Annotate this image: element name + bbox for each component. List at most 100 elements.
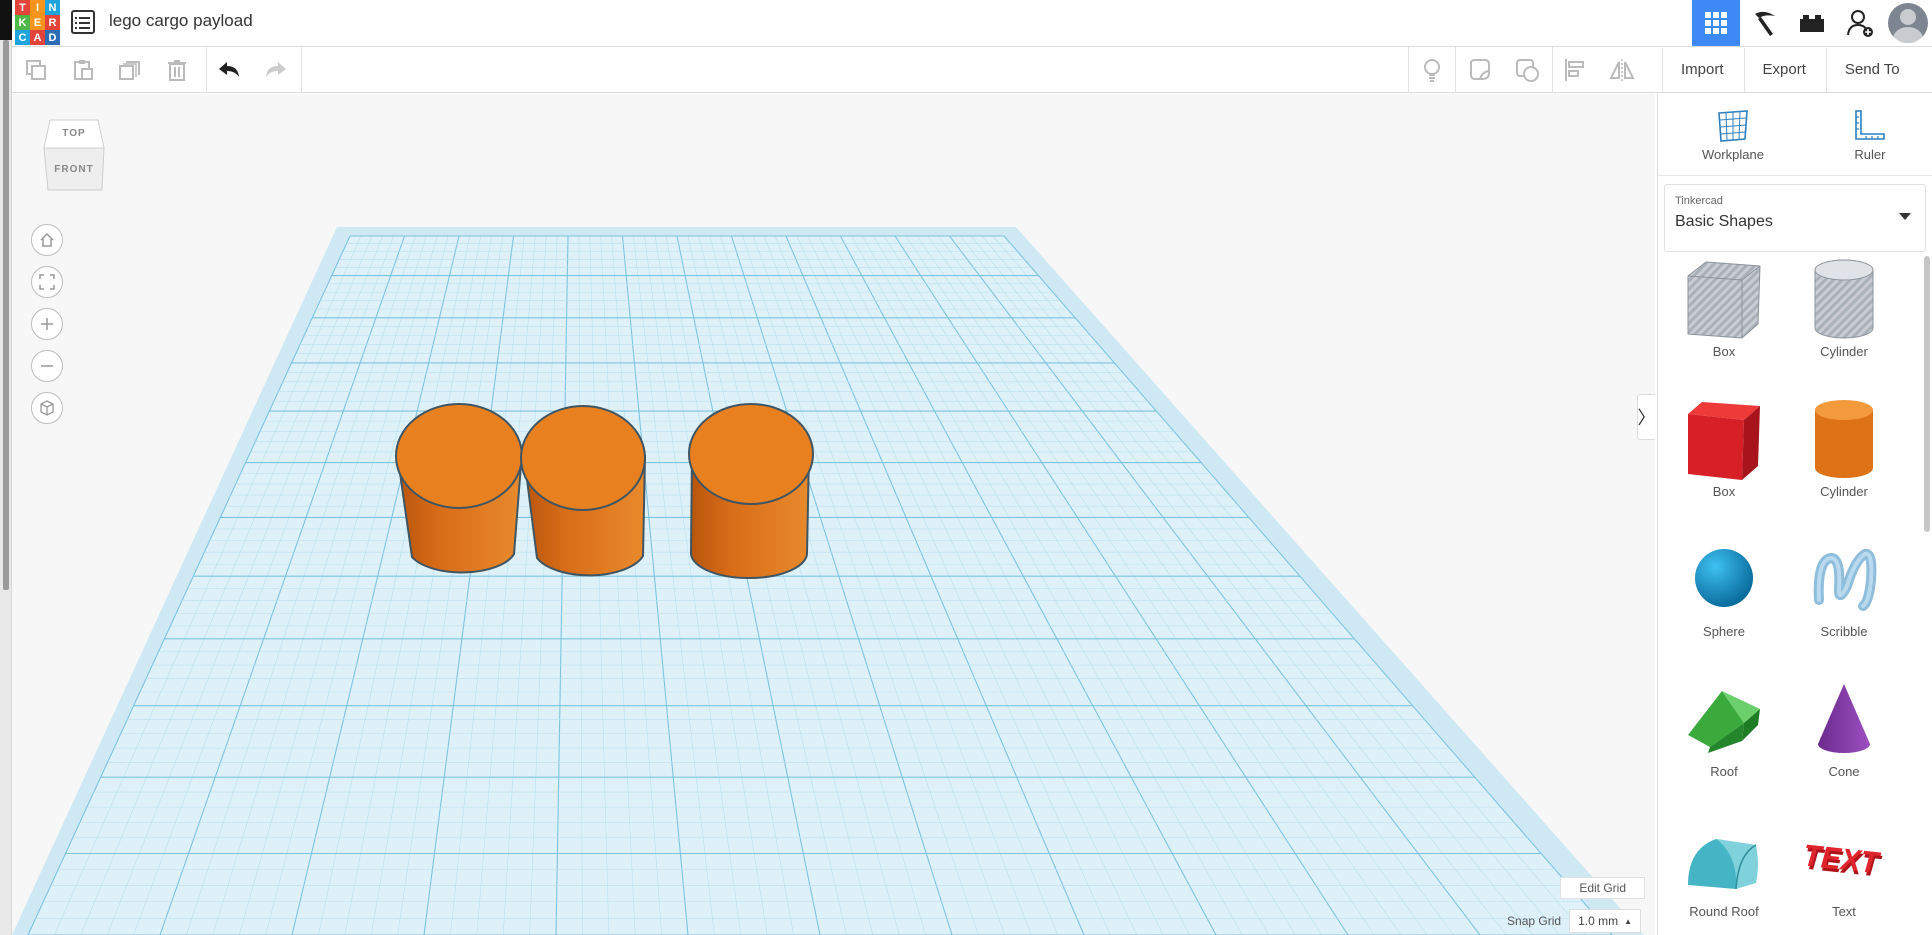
zoom-out-icon[interactable] bbox=[31, 350, 63, 382]
shape-scribble[interactable]: Scribble bbox=[1784, 538, 1904, 658]
shapes-panel: Workplane Ruler Tinkercad Basic Shapes B… bbox=[1657, 94, 1932, 935]
copy-icon[interactable] bbox=[21, 55, 51, 85]
workplane-icon bbox=[1718, 110, 1748, 142]
snap-grid-value: 1.0 mm bbox=[1578, 914, 1619, 928]
cone-icon bbox=[1802, 678, 1886, 762]
view-cube-top[interactable]: TOP bbox=[42, 128, 106, 139]
ruler-icon bbox=[1855, 110, 1885, 140]
perspective-icon[interactable] bbox=[31, 392, 63, 424]
snap-grid-label: Snap Grid bbox=[1507, 914, 1562, 928]
hole-box-icon bbox=[1682, 258, 1766, 342]
cylinder-2[interactable] bbox=[520, 405, 647, 577]
home-icon[interactable] bbox=[31, 224, 63, 256]
shape-label: Text bbox=[1832, 904, 1856, 919]
shape-label: Sphere bbox=[1703, 624, 1745, 639]
logo-letter: I bbox=[30, 0, 45, 15]
paste-icon[interactable] bbox=[68, 55, 98, 85]
logo-letter: K bbox=[15, 15, 30, 30]
view-cube-front[interactable]: FRONT bbox=[42, 164, 106, 175]
header-right-tools bbox=[1692, 0, 1932, 46]
import-button[interactable]: Import bbox=[1662, 47, 1742, 92]
ruler-button[interactable]: Ruler bbox=[1852, 107, 1888, 162]
shape-label: Box bbox=[1712, 344, 1736, 359]
pickaxe-icon[interactable] bbox=[1740, 0, 1788, 46]
shape-cone[interactable]: Cone bbox=[1784, 678, 1904, 798]
shape-text[interactable]: TEXT TEXT Text bbox=[1784, 818, 1904, 935]
shape-label: Round Roof bbox=[1689, 904, 1759, 919]
undo-icon[interactable] bbox=[214, 55, 244, 85]
logo-letter: R bbox=[45, 15, 60, 30]
edit-grid-button[interactable]: Edit Grid bbox=[1560, 877, 1645, 899]
round-roof-icon bbox=[1682, 818, 1766, 902]
library-provider: Tinkercad bbox=[1675, 195, 1723, 207]
redo-icon[interactable] bbox=[261, 55, 291, 85]
shape-library-dropdown[interactable]: Tinkercad Basic Shapes bbox=[1664, 184, 1926, 252]
note-icon[interactable] bbox=[1465, 55, 1495, 85]
caret-up-icon: ▲ bbox=[1624, 916, 1632, 926]
snap-grid-select[interactable]: 1.0 mm ▲ bbox=[1569, 909, 1641, 933]
sphere-icon bbox=[1682, 538, 1766, 622]
panel-tools: Workplane Ruler bbox=[1658, 94, 1932, 176]
roof-icon bbox=[1682, 678, 1766, 762]
shape-label: Roof bbox=[1710, 764, 1738, 779]
group-icon[interactable] bbox=[1512, 55, 1542, 85]
shape-box[interactable]: Box bbox=[1664, 398, 1784, 518]
duplicate-icon[interactable] bbox=[115, 55, 145, 85]
shapes-scrollbar[interactable] bbox=[1924, 256, 1930, 532]
cylinder-icon bbox=[1802, 398, 1886, 482]
edge-knob bbox=[0, 0, 12, 40]
send-to-button[interactable]: Send To bbox=[1825, 47, 1918, 92]
brick-icon[interactable] bbox=[1788, 0, 1836, 46]
tinkercad-logo[interactable]: T I N K E R C A D bbox=[15, 0, 60, 45]
window-edge bbox=[0, 0, 12, 935]
box-icon bbox=[1682, 398, 1766, 482]
design-list-icon[interactable] bbox=[71, 10, 95, 34]
ruler-label: Ruler bbox=[1854, 147, 1886, 162]
zoom-in-icon[interactable] bbox=[31, 308, 63, 340]
project-title[interactable]: lego cargo payload bbox=[109, 11, 253, 31]
shape-label: Cone bbox=[1828, 764, 1860, 779]
scribble-icon bbox=[1802, 538, 1886, 622]
logo-letter: A bbox=[30, 30, 45, 45]
collapse-panel-chevron-icon[interactable]: 〉 bbox=[1637, 394, 1656, 440]
workplane-label: Workplane bbox=[1702, 147, 1764, 162]
workplane-canvas[interactable] bbox=[12, 94, 1655, 935]
cylinder-3[interactable] bbox=[688, 403, 814, 580]
cylinder-1[interactable] bbox=[395, 403, 524, 574]
edit-toolbar bbox=[12, 47, 1660, 93]
shape-round-roof[interactable]: Round Roof bbox=[1664, 818, 1784, 935]
snap-grid-control: Snap Grid 1.0 mm ▲ bbox=[1507, 909, 1641, 933]
text-3d-icon: TEXT TEXT bbox=[1802, 818, 1886, 902]
logo-letter: C bbox=[15, 30, 30, 45]
shape-label: Box bbox=[1712, 484, 1736, 499]
logo-letter: D bbox=[45, 30, 60, 45]
3d-viewport[interactable]: TOP FRONT Edit Grid Snap Grid 1.0 mm ▲ bbox=[12, 94, 1655, 935]
shape-label: Cylinder bbox=[1820, 484, 1868, 499]
shape-cylinder[interactable]: Cylinder bbox=[1784, 398, 1904, 518]
logo-letter: N bbox=[45, 0, 60, 15]
hole-cylinder-icon bbox=[1802, 258, 1886, 342]
export-button[interactable]: Export bbox=[1743, 47, 1824, 92]
shape-roof[interactable]: Roof bbox=[1664, 678, 1784, 798]
add-user-icon[interactable] bbox=[1836, 0, 1884, 46]
shape-sphere[interactable]: Sphere bbox=[1664, 538, 1784, 658]
user-avatar[interactable] bbox=[1884, 0, 1932, 46]
shape-grid: Box Cylinder Box Cylinder Sphere Scribbl… bbox=[1658, 258, 1920, 935]
tinkercad-app: T I N K E R C A D lego cargo payload Imp… bbox=[0, 0, 1932, 935]
align-icon[interactable] bbox=[1560, 55, 1590, 85]
library-name: Basic Shapes bbox=[1675, 213, 1773, 230]
top-header: T I N K E R C A D lego cargo payload bbox=[12, 0, 1932, 47]
fit-icon[interactable] bbox=[31, 266, 63, 298]
lightbulb-icon[interactable] bbox=[1417, 55, 1447, 85]
window-scrollbar[interactable] bbox=[3, 40, 9, 590]
action-toolbar: Import Export Send To bbox=[1660, 47, 1932, 93]
grid-icon[interactable] bbox=[1692, 0, 1740, 46]
workplane-button[interactable]: Workplane bbox=[1702, 107, 1764, 162]
shape-cylinder-hole[interactable]: Cylinder bbox=[1784, 258, 1904, 378]
shape-label: Scribble bbox=[1820, 624, 1868, 639]
shape-box-hole[interactable]: Box bbox=[1664, 258, 1784, 378]
mirror-icon[interactable] bbox=[1607, 55, 1637, 85]
view-cube[interactable]: TOP FRONT bbox=[42, 118, 106, 194]
logo-letter: E bbox=[30, 15, 45, 30]
trash-icon[interactable] bbox=[162, 55, 192, 85]
